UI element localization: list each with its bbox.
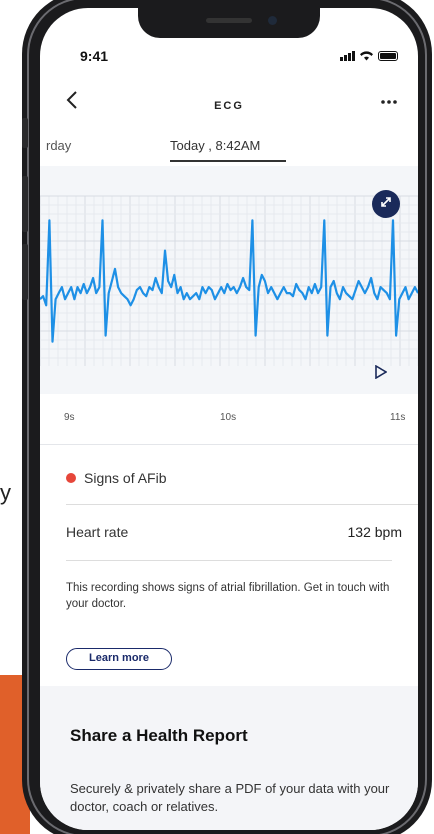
more-horizontal-icon <box>381 100 397 104</box>
date-tabs: rday Today , 8:42AM <box>40 138 418 164</box>
phone-screen: 9:41 ECG rday Today , 8:42AM 9s 10s 11s … <box>40 8 418 830</box>
tab-underline <box>170 160 286 162</box>
time-axis: 9s 10s 11s <box>40 394 418 440</box>
tick-label: 11s <box>390 412 406 423</box>
nav-bar: ECG <box>40 88 418 124</box>
wifi-icon <box>360 51 373 61</box>
notch <box>138 8 320 38</box>
more-button[interactable] <box>380 92 398 110</box>
afib-indicator-dot <box>66 473 76 483</box>
learn-more-button[interactable]: Learn more <box>66 648 172 670</box>
heart-rate-value: 132 bpm <box>347 524 402 540</box>
divider <box>66 504 418 505</box>
play-button[interactable] <box>375 364 388 382</box>
volume-up-button <box>22 176 28 232</box>
volume-down-button <box>22 244 28 300</box>
tab-today[interactable]: Today , 8:42AM <box>170 138 260 153</box>
status-icons <box>340 50 398 61</box>
page-title: ECG <box>214 100 244 112</box>
tick-label: 9s <box>64 412 75 423</box>
mute-switch <box>22 118 28 148</box>
tick-label: 10s <box>220 412 237 423</box>
share-description: Securely & privately share a PDF of your… <box>70 781 390 814</box>
play-icon <box>375 364 388 380</box>
battery-icon <box>378 51 398 61</box>
divider <box>66 560 392 561</box>
afib-status: Signs of AFib <box>66 470 167 486</box>
chart-grid <box>40 195 418 366</box>
expand-button[interactable] <box>372 190 400 218</box>
ecg-chart <box>40 166 418 394</box>
tab-previous-day[interactable]: rday <box>46 138 71 153</box>
afib-label: Signs of AFib <box>84 470 167 486</box>
heart-rate-label: Heart rate <box>66 524 129 540</box>
share-title: Share a Health Report <box>70 726 248 745</box>
ecg-plot <box>40 195 418 366</box>
speaker-grille <box>206 18 252 23</box>
expand-arrows-icon <box>381 197 391 207</box>
background-partial-text: y <box>0 480 11 505</box>
status-time: 9:41 <box>80 48 109 64</box>
front-camera <box>268 16 277 25</box>
cellular-signal-icon <box>340 51 355 61</box>
recording-note: This recording shows signs of atrial fib… <box>66 582 390 610</box>
